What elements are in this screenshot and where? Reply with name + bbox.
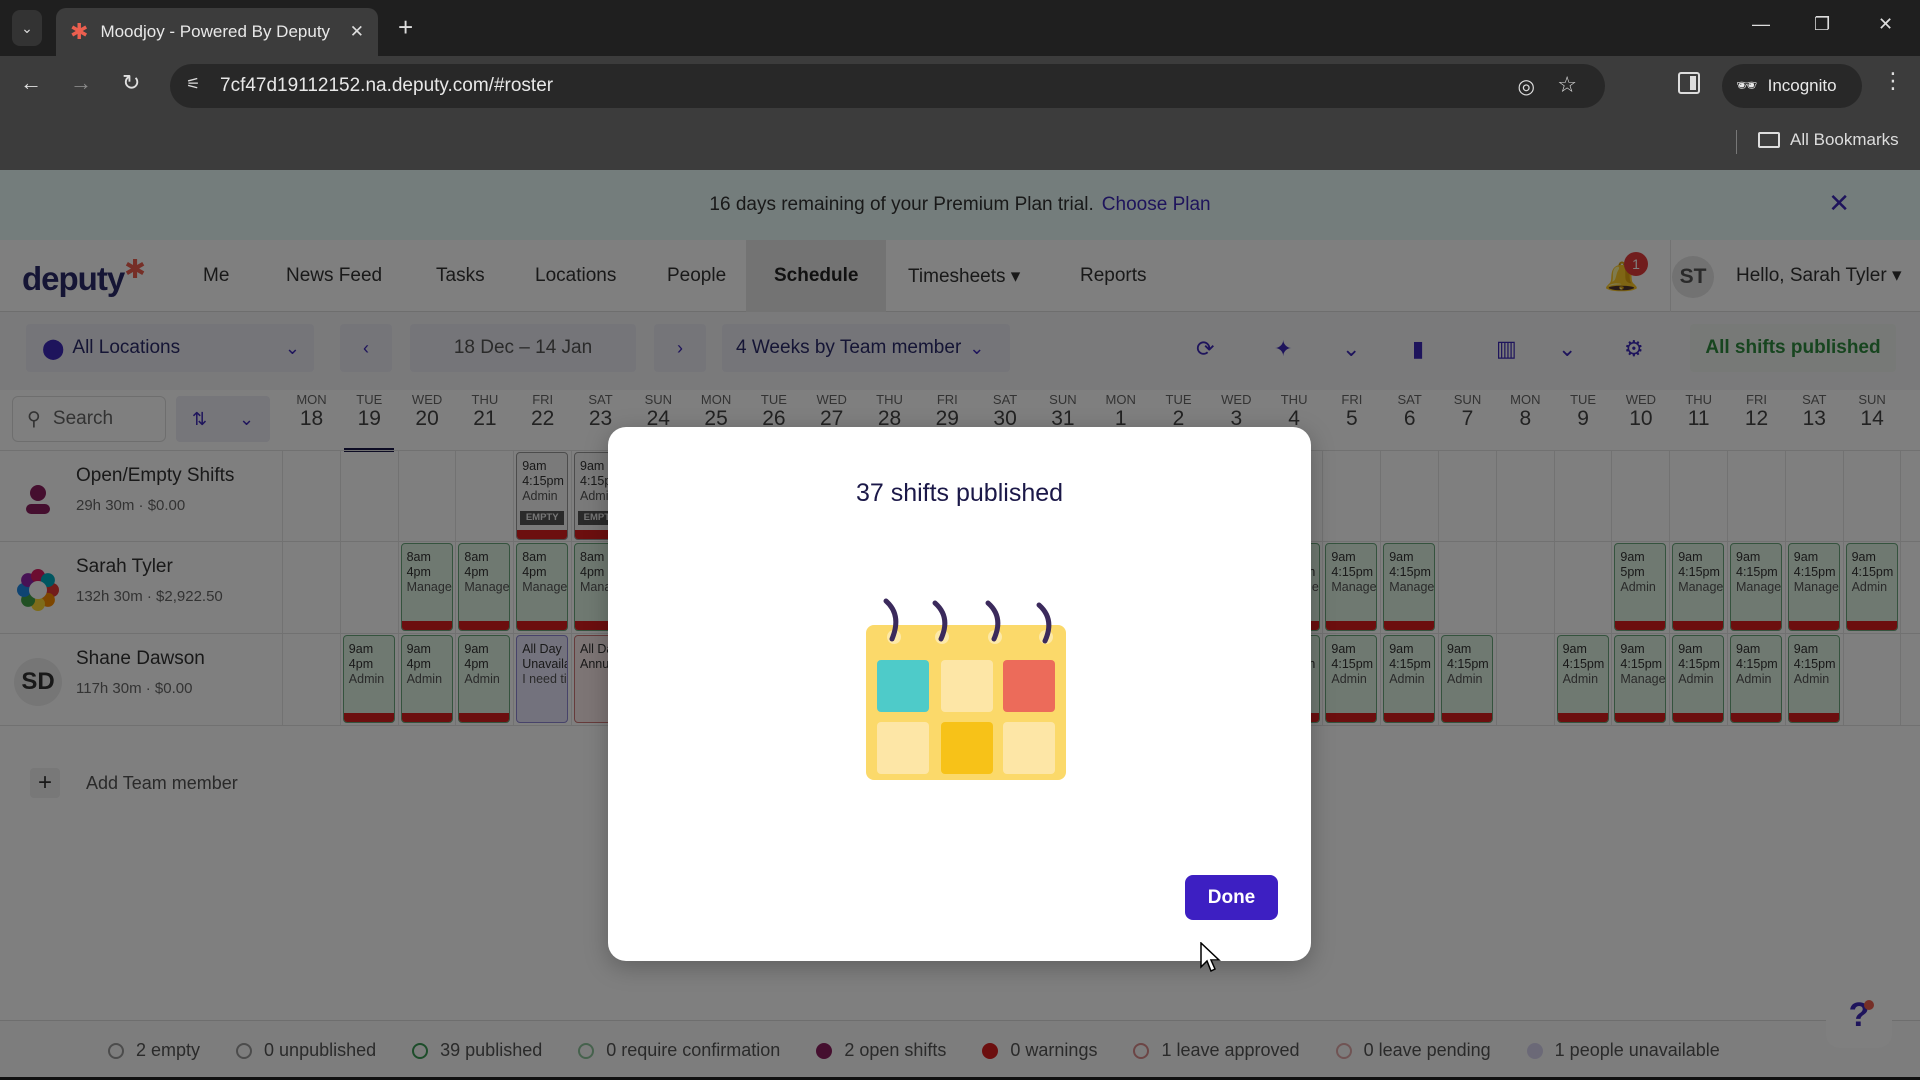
browser-tab-bar: ⌄ ✱ Moodjoy - Powered By Deputy ✕ + — ❐ … bbox=[0, 0, 1920, 56]
chevron-down-icon: ⌄ bbox=[21, 19, 33, 36]
done-button[interactable]: Done bbox=[1185, 875, 1278, 920]
bookmarks-bar: All Bookmarks bbox=[0, 116, 1920, 170]
shifts-published-dialog: 37 shifts published Done bbox=[608, 427, 1311, 961]
side-panel-icon[interactable] bbox=[1678, 72, 1700, 94]
bookmark-star-icon[interactable]: ☆ bbox=[1557, 72, 1577, 98]
close-window-button[interactable]: ✕ bbox=[1878, 14, 1893, 35]
dialog-title: 37 shifts published bbox=[855, 479, 1064, 507]
all-bookmarks-label: All Bookmarks bbox=[1790, 130, 1899, 149]
close-tab-icon[interactable]: ✕ bbox=[350, 22, 364, 42]
tab-search-button[interactable]: ⌄ bbox=[12, 10, 42, 46]
url-text[interactable]: 7cf47d19112152.na.deputy.com/#roster bbox=[220, 75, 553, 97]
tab-title: Moodjoy - Powered By Deputy bbox=[100, 22, 331, 41]
calendar-illustration-icon bbox=[866, 598, 1066, 780]
url-bar[interactable]: ⚟ 7cf47d19112152.na.deputy.com/#roster ◎… bbox=[170, 64, 1605, 108]
incognito-label: Incognito bbox=[1767, 76, 1837, 95]
incognito-badge[interactable]: 🕶 Incognito bbox=[1722, 64, 1862, 108]
bookmarks-divider bbox=[1736, 130, 1737, 154]
new-tab-button[interactable]: + bbox=[398, 12, 413, 43]
browser-tab[interactable]: ✱ Moodjoy - Powered By Deputy ✕ bbox=[56, 8, 378, 56]
minimize-button[interactable]: — bbox=[1752, 14, 1770, 35]
all-bookmarks-button[interactable]: All Bookmarks bbox=[1758, 130, 1899, 150]
browser-address-bar: ← → ↻ ⚟ 7cf47d19112152.na.deputy.com/#ro… bbox=[0, 56, 1920, 116]
site-settings-icon[interactable]: ⚟ bbox=[186, 74, 200, 94]
eye-off-icon[interactable]: ◎ bbox=[1518, 74, 1535, 99]
browser-menu-icon[interactable]: ⋮ bbox=[1882, 68, 1904, 94]
back-button[interactable]: ← bbox=[20, 70, 42, 96]
folder-icon bbox=[1758, 132, 1780, 148]
forward-button[interactable]: → bbox=[70, 70, 92, 96]
deputy-favicon-icon: ✱ bbox=[70, 19, 89, 44]
incognito-icon: 🕶 bbox=[1736, 76, 1758, 95]
mouse-cursor-icon bbox=[1200, 942, 1221, 973]
restore-button[interactable]: ❐ bbox=[1814, 14, 1830, 35]
reload-button[interactable]: ↻ bbox=[122, 70, 140, 96]
